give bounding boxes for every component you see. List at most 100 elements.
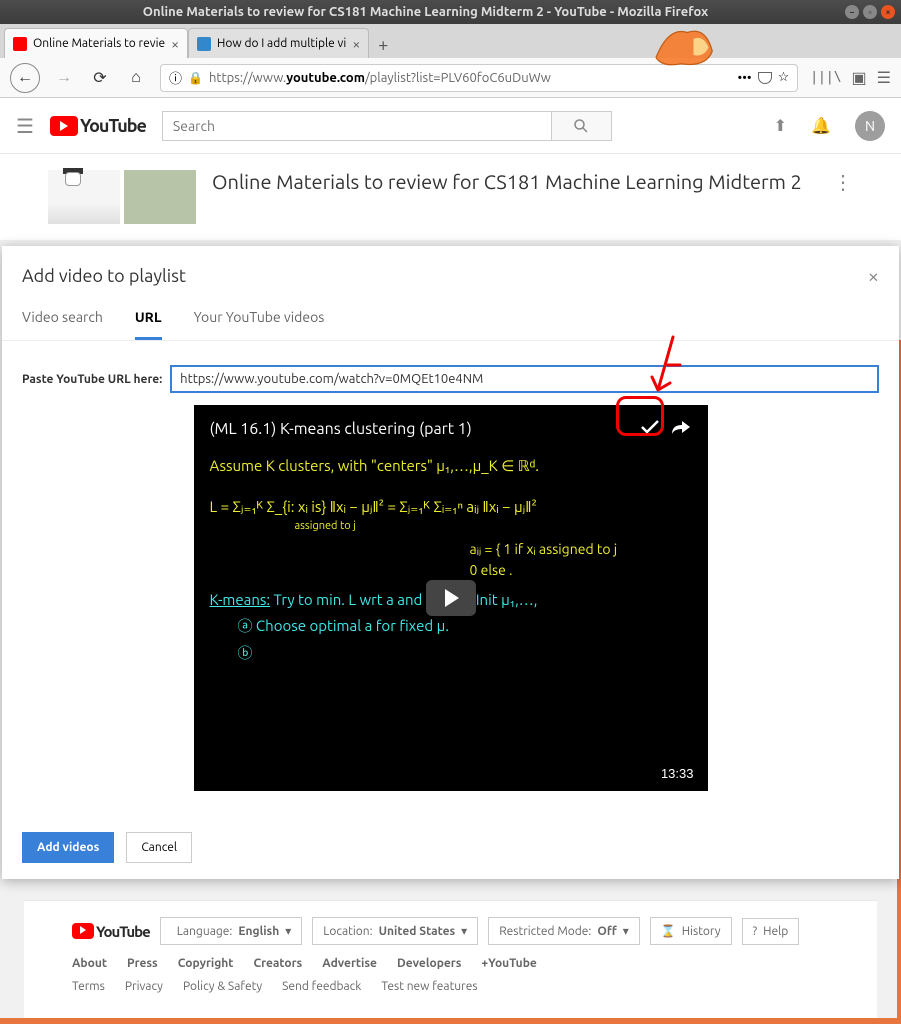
youtube-footer: YouTube Language: English ▾ Location: Un… (24, 900, 877, 1019)
tab-favicon-youtube (13, 37, 27, 51)
hw-line: L = Σⱼ₌₁ᴷ Σ_{i: xᵢ is} ‖xᵢ − μⱼ‖² = Σⱼ₌₁… (210, 496, 692, 519)
tab-url[interactable]: URL (135, 299, 162, 340)
cancel-button[interactable]: Cancel (126, 832, 192, 863)
search-form (162, 111, 612, 141)
history-button[interactable]: ⌛History (650, 917, 732, 945)
browser-tab-strip: Online Materials to revie × How do I add… (0, 24, 901, 58)
youtube-play-icon (72, 923, 94, 939)
add-video-modal: Add video to playlist × Video search URL… (2, 246, 899, 879)
video-preview[interactable]: (ML 16.1) K-means clustering (part 1) As… (194, 405, 708, 791)
browser-tab[interactable]: How do I add multiple vi × (188, 28, 369, 58)
footer-link[interactable]: Terms (72, 980, 105, 993)
tab-label: How do I add multiple vi (217, 37, 346, 50)
checkmark-icon[interactable] (640, 419, 660, 439)
video-lecture-content: Assume K clusters, with "centers" μ₁,…,μ… (210, 455, 692, 664)
nav-reload-button[interactable]: ⟳ (88, 66, 112, 90)
page-action-dots-icon[interactable]: ••• (738, 71, 752, 85)
upload-icon[interactable]: ⬆ (774, 116, 787, 135)
hamburger-menu-icon[interactable]: ☰ (16, 114, 34, 138)
firefox-mascot-icon (641, 20, 721, 70)
toolbar-icons: |||\ ▣ ☰ (810, 68, 891, 87)
modal-footer: Add videos Cancel (2, 815, 899, 879)
notifications-bell-icon[interactable]: 🔔 (811, 116, 831, 135)
footer-link[interactable]: Creators (253, 957, 302, 970)
footer-link[interactable]: +YouTube (481, 957, 536, 970)
window-close-button[interactable]: × (881, 5, 895, 19)
location-select[interactable]: Location: United States ▾ (312, 917, 478, 945)
new-tab-button[interactable]: + (369, 32, 397, 58)
search-button[interactable] (552, 111, 612, 141)
playlist-thumb (124, 170, 196, 224)
help-icon: ? (753, 925, 758, 938)
chevron-down-icon: ▾ (623, 924, 629, 938)
youtube-logo-text: YouTube (80, 116, 146, 136)
search-icon (573, 118, 589, 134)
modal-tabs: Video search URL Your YouTube videos (2, 299, 899, 341)
video-title: (ML 16.1) K-means clustering (part 1) (210, 420, 630, 438)
modal-body: Paste YouTube URL here: (ML 16.1) K-mean… (2, 341, 899, 815)
chevron-down-icon: ▾ (461, 924, 467, 938)
playlist-thumb (48, 170, 120, 224)
modal-header: Add video to playlist × (2, 246, 899, 299)
hw-line: Assume K clusters, with "centers" μ₁,…,μ… (210, 455, 692, 478)
nav-home-button[interactable]: ⌂ (124, 66, 148, 90)
footer-link[interactable]: Test new features (381, 980, 477, 993)
app-menu-button[interactable]: ☰ (877, 68, 891, 87)
url-row: Paste YouTube URL here: (22, 365, 879, 393)
youtube-logo-text: YouTube (96, 923, 150, 940)
robot-graphic (58, 172, 88, 202)
video-preview-wrap: (ML 16.1) K-means clustering (part 1) As… (22, 405, 879, 791)
help-button[interactable]: ?Help (742, 918, 800, 945)
footer-link[interactable]: Developers (397, 957, 461, 970)
footer-secondary-links: Terms Privacy Policy & Safety Send feedb… (72, 980, 829, 993)
bookmark-star-icon[interactable]: ☆ (778, 70, 790, 85)
footer-primary-links: About Press Copyright Creators Advertise… (72, 957, 829, 970)
footer-link[interactable]: Advertise (322, 957, 377, 970)
site-info-icon[interactable]: ⓘ (169, 68, 182, 87)
hw-line: ⓐ Choose optimal a for fixed μ. (238, 615, 692, 638)
add-videos-button[interactable]: Add videos (22, 832, 114, 863)
play-button[interactable] (426, 580, 476, 616)
browser-tab-active[interactable]: Online Materials to revie × (4, 28, 188, 58)
page-border-decoration (0, 1018, 901, 1024)
footer-link[interactable]: Policy & Safety (183, 980, 262, 993)
youtube-logo[interactable]: YouTube (50, 116, 146, 136)
window-title: Online Materials to review for CS181 Mac… (6, 5, 845, 19)
youtube-header: ☰ YouTube ⬆ 🔔 N (0, 98, 901, 154)
url-text: https://www.youtube.com/playlist?list=PL… (209, 71, 732, 85)
nav-forward-button[interactable]: → (52, 66, 76, 90)
language-select[interactable]: Language: English ▾ (160, 917, 302, 945)
library-icon[interactable]: |||\ (810, 70, 841, 85)
tab-close-icon[interactable]: × (171, 36, 179, 52)
playlist-thumbnails (48, 170, 196, 224)
account-avatar[interactable]: N (855, 111, 885, 141)
footer-link[interactable]: About (72, 957, 107, 970)
tab-label: Online Materials to revie (33, 37, 165, 50)
tab-favicon-stackexchange (197, 37, 211, 51)
playlist-more-icon[interactable]: ⋮ (833, 170, 853, 224)
window-minimize-button[interactable]: − (845, 5, 859, 19)
hw-line: ⓑ (238, 642, 692, 665)
restricted-mode-select[interactable]: Restricted Mode: Off ▾ (488, 917, 640, 945)
playlist-header: Online Materials to review for CS181 Mac… (0, 154, 901, 240)
nav-back-button[interactable]: ← (10, 63, 40, 93)
footer-link[interactable]: Copyright (178, 957, 234, 970)
sidebar-icon[interactable]: ▣ (852, 68, 867, 87)
footer-controls: YouTube Language: English ▾ Location: Un… (72, 917, 829, 945)
tab-close-icon[interactable]: × (352, 36, 360, 52)
window-titlebar: Online Materials to review for CS181 Mac… (0, 0, 901, 24)
footer-link[interactable]: Send feedback (282, 980, 361, 993)
video-titlebar: (ML 16.1) K-means clustering (part 1) (210, 419, 692, 439)
url-input-label: Paste YouTube URL here: (22, 373, 162, 386)
window-maximize-button[interactable]: ▫ (863, 5, 877, 19)
paste-url-input[interactable] (170, 365, 879, 393)
tab-video-search[interactable]: Video search (22, 299, 103, 340)
search-input[interactable] (162, 111, 552, 141)
footer-link[interactable]: Privacy (125, 980, 163, 993)
modal-close-button[interactable]: × (868, 264, 879, 287)
pocket-icon[interactable] (758, 72, 772, 84)
share-icon[interactable] (670, 419, 692, 439)
tab-your-videos[interactable]: Your YouTube videos (194, 299, 325, 340)
footer-link[interactable]: Press (127, 957, 158, 970)
youtube-logo-small[interactable]: YouTube (72, 923, 150, 940)
